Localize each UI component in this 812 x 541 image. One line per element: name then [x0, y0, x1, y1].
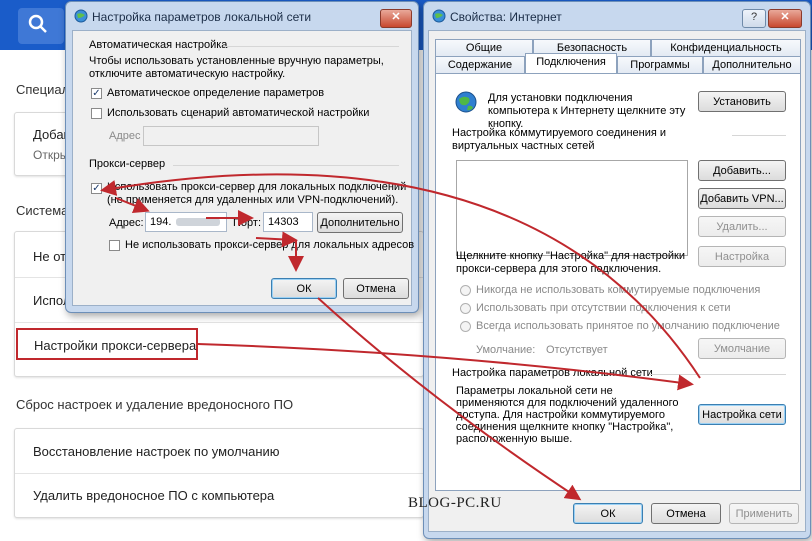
radio-always-label: Всегда использовать принятое по умолчани…	[476, 320, 780, 332]
tab-content[interactable]: Содержание	[435, 56, 525, 73]
add-vpn-button[interactable]: Добавить VPN...	[698, 188, 786, 209]
blurred-address	[176, 218, 221, 227]
group-line	[732, 135, 786, 136]
proxy-address-label: Адрес:	[109, 217, 144, 229]
auto-description: Чтобы использовать установленные вручную…	[89, 55, 384, 80]
close-button[interactable]: ✕	[380, 9, 412, 28]
restore-defaults-row[interactable]: Восстановление настроек по умолчанию	[33, 444, 280, 459]
system-row-1[interactable]: Не от	[33, 249, 66, 264]
ok-button[interactable]: ОК	[271, 278, 337, 299]
bypass-local-checkbox[interactable]	[109, 240, 120, 251]
script-address-input[interactable]	[143, 126, 319, 146]
script-address-label: Адрес	[109, 130, 141, 142]
tab-general[interactable]: Общие	[435, 39, 533, 56]
proxy-address-input[interactable]: 194.	[145, 212, 227, 232]
cancel-button[interactable]: Отмена	[343, 278, 409, 299]
tab-connections[interactable]: Подключения	[525, 53, 617, 73]
internet-options-icon	[74, 9, 88, 23]
port-input[interactable]: 14303	[263, 212, 313, 232]
setup-button[interactable]: Установить	[698, 91, 786, 112]
proxy-address-value: 194.	[150, 216, 172, 228]
settings-button[interactable]: Настройка	[698, 246, 786, 267]
radio-never-label: Никогда не использовать коммутируемые по…	[476, 284, 761, 296]
search-icon[interactable]	[27, 13, 49, 35]
help-button[interactable]: ?	[742, 9, 766, 28]
lan-settings-dialog: Настройка параметров локальной сети ✕ Ав…	[65, 1, 419, 313]
watermark: BLOG-PC.RU	[408, 495, 502, 511]
radio-no-network[interactable]	[460, 303, 471, 314]
proxy-group-label: Прокси-сервер	[89, 158, 166, 170]
dialog-title: Настройка параметров локальной сети	[92, 10, 312, 24]
bypass-local-label: Не использовать прокси-сервер для локаль…	[125, 239, 415, 251]
close-button[interactable]: ✕	[768, 9, 802, 28]
tab-privacy[interactable]: Конфиденциальность	[651, 39, 801, 56]
section-heading-reset: Сброс настроек и удаление вредоносного П…	[16, 397, 294, 412]
use-script-checkbox[interactable]	[91, 108, 102, 119]
lan-settings-button[interactable]: Настройка сети	[698, 404, 786, 425]
use-script-label: Использовать сценарий автоматической нас…	[107, 107, 370, 119]
internet-properties-dialog: Свойства: Интернет ? ✕ Общие Безопасност…	[423, 1, 811, 539]
radio-always[interactable]	[460, 321, 471, 332]
connections-list[interactable]	[456, 160, 688, 256]
globe-icon	[455, 91, 477, 113]
reset-card: Восстановление настроек по умолчанию Уда…	[14, 428, 424, 518]
tab-advanced[interactable]: Дополнительно	[703, 56, 801, 73]
auto-group-label: Автоматическая настройка	[89, 39, 228, 51]
auto-detect-label: Автоматическое определение параметров	[107, 87, 325, 99]
remove-malware-row[interactable]: Удалить вредоносное ПО с компьютера	[33, 488, 274, 503]
section-heading-special: Специал	[16, 82, 70, 97]
lan-group-label: Настройка параметров локальной сети	[452, 367, 653, 379]
dialog-client: Общие Безопасность Конфиденциальность Со…	[428, 30, 806, 532]
apply-button[interactable]: Применить	[729, 503, 799, 524]
divider	[15, 322, 423, 323]
tab-programs[interactable]: Программы	[617, 56, 703, 73]
setup-text: Для установки подключения компьютера к И…	[488, 92, 686, 130]
remove-button[interactable]: Удалить...	[698, 216, 786, 237]
dialup-header: Настройка коммутируемого соединения и ви…	[452, 127, 667, 152]
connections-page: Для установки подключения компьютера к И…	[435, 73, 801, 491]
dialog-client: Автоматическая настройка Чтобы использов…	[72, 30, 415, 306]
lan-description: Параметры локальной сети не применяются …	[456, 385, 679, 445]
divider	[15, 473, 423, 474]
internet-options-icon	[432, 9, 446, 23]
use-proxy-label: Использовать прокси-сервер для локальных…	[107, 181, 407, 206]
use-proxy-checkbox[interactable]: ✓	[91, 183, 102, 194]
settings-hint: Щелкните кнопку "Настройка" для настройк…	[456, 250, 685, 275]
group-line	[650, 374, 786, 375]
group-line	[223, 46, 399, 47]
default-button[interactable]: Умолчание	[698, 338, 786, 359]
default-value: Отсутствует	[546, 344, 608, 356]
group-line	[173, 165, 399, 166]
radio-never[interactable]	[460, 285, 471, 296]
auto-detect-checkbox[interactable]: ✓	[91, 88, 102, 99]
dialog-title: Свойства: Интернет	[450, 10, 562, 24]
proxy-settings-link[interactable]: Настройки прокси-сервера	[34, 338, 196, 353]
port-label: Порт:	[233, 217, 261, 229]
section-heading-system: Система	[16, 203, 69, 218]
cancel-button[interactable]: Отмена	[651, 503, 721, 524]
advanced-button[interactable]: Дополнительно	[317, 212, 403, 233]
radio-no-network-label: Использовать при отсутствии подключения …	[476, 302, 731, 314]
default-label: Умолчание:	[476, 344, 536, 356]
special-card-subtitle: Откры	[33, 148, 69, 162]
add-button[interactable]: Добавить...	[698, 160, 786, 181]
ok-button[interactable]: ОК	[573, 503, 643, 524]
